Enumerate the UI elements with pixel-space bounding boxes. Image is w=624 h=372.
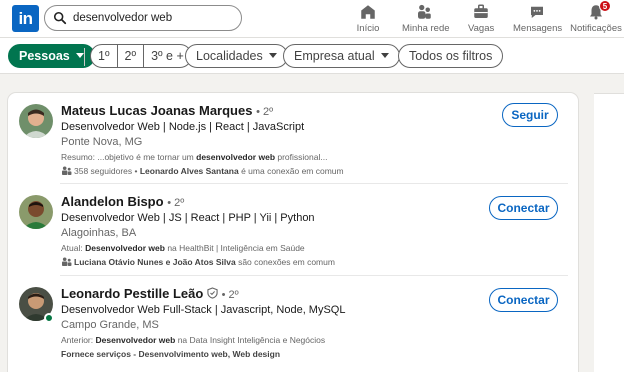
result-headline: Desenvolvedor Web | JS | React | PHP | Y… [61,212,315,224]
search-bar[interactable] [44,5,242,31]
filter-people-label: Pessoas [19,49,70,63]
filter-degree-1[interactable]: 1º [91,45,118,67]
connection-text: é uma conexão em comum [238,166,344,176]
nav-notifications[interactable]: 5 Notificações [570,0,622,36]
profile-name[interactable]: Mateus Lucas Joanas Marques [61,103,252,118]
nav-label: Notificações [570,23,622,34]
connection-degree: • 2º [221,289,239,301]
nav-jobs[interactable]: Vagas [468,2,494,36]
filter-current-company[interactable]: Empresa atual [283,44,400,68]
result-snippet: Resumo: ...objetivo é me tornar um desen… [61,152,327,162]
nav-home[interactable]: Início [355,2,381,36]
filter-company-label: Empresa atual [294,49,375,63]
search-results-card: Mateus Lucas Joanas Marques • 2º Desenvo… [8,93,578,372]
filter-degree-2[interactable]: 2º [118,45,145,67]
snippet-text: Atual: [61,243,86,253]
snippet-text: na HealthBit | Inteligência em Saúde [164,243,305,253]
services-offered[interactable]: Fornece serviços - Desenvolvimento web, … [61,349,280,359]
network-icon [418,4,431,19]
filter-locations-label: Localidades [196,49,263,63]
nav-messaging[interactable]: Mensagens [513,2,563,36]
filter-locations[interactable]: Localidades [185,44,288,68]
linkedin-logo[interactable]: in [12,5,39,32]
filter-bar: Pessoas 1º 2º 3º e + Localidades Empresa… [0,38,624,74]
snippet-text: na Data Insight Inteligência e Negócios [175,335,326,345]
result-name[interactable]: Leonardo Pestille Leão • 2º [61,286,239,301]
nav-label: Minha rede [402,23,450,34]
mutual-connection-names[interactable]: Luciana Otávio Nunes e João Atos Silva [74,257,236,267]
nav-label: Início [356,23,380,34]
search-input[interactable] [73,9,237,27]
result-headline: Desenvolvedor Web Full-Stack | Javascrip… [61,304,346,316]
filter-degree-3plus[interactable]: 3º e + [144,45,191,67]
connection-text: são conexões em comum [235,257,335,267]
snippet-text: Anterior: [61,335,96,345]
home-icon [361,5,375,19]
result-item: Leonardo Pestille Leão • 2º Desenvolvedo… [8,276,578,366]
result-services: Fornece serviços - Desenvolvimento web, … [61,349,280,359]
briefcase-icon [474,4,488,18]
profile-name[interactable]: Leonardo Pestille Leão [61,286,203,301]
chat-icon [531,6,543,18]
result-connections: Luciana Otávio Nunes e João Atos Silva s… [61,257,335,267]
follow-button[interactable]: Seguir [502,103,558,127]
side-panel [594,93,624,372]
chevron-down-icon [75,53,84,59]
all-filters-button[interactable]: Todos os filtros [398,44,504,68]
followers-count: 358 seguidores • [74,166,140,176]
result-snippet: Anterior: Desenvolvedor web na Data Insi… [61,335,325,345]
nav-my-network[interactable]: Minha rede [402,2,450,36]
snippet-keyword: Desenvolvedor web [95,335,176,345]
people-icon [62,166,72,175]
result-item: Alandelon Bispo • 2º Desenvolvedor Web |… [8,184,578,276]
result-snippet: Atual: Desenvolvedor web na HealthBit | … [61,243,305,253]
connection-degree: • 2º [167,197,185,209]
avatar[interactable] [19,104,53,138]
chevron-down-icon [380,53,389,59]
notification-badge: 5 [599,0,611,12]
verified-shield-icon [207,287,218,299]
chevron-down-icon [268,53,277,59]
snippet-keyword: Desenvolvedor web [85,243,165,253]
connection-degree-filter: 1º 2º 3º e + [90,44,192,68]
snippet-text: Resumo: ...objetivo é me tornar um [61,152,197,162]
result-connections: 358 seguidores • Leonardo Alves Santana … [61,166,344,176]
profile-name[interactable]: Alandelon Bispo [61,194,164,209]
divider [84,48,85,66]
connect-button[interactable]: Conectar [489,288,558,312]
nav-label: Vagas [468,23,495,34]
top-nav: in Início Minha rede Vagas Mensagens 5 N… [0,0,624,38]
result-name[interactable]: Alandelon Bispo • 2º [61,194,184,209]
filter-people[interactable]: Pessoas [8,44,95,68]
connect-button[interactable]: Conectar [489,196,558,220]
result-item: Mateus Lucas Joanas Marques • 2º Desenvo… [8,93,578,184]
result-location: Campo Grande, MS [61,319,159,331]
result-headline: Desenvolvedor Web | Node.js | React | Ja… [61,121,305,133]
search-icon [53,11,67,25]
avatar[interactable] [19,195,53,229]
online-status-indicator [44,313,54,323]
snippet-keyword: desenvolvedor web [196,152,276,162]
snippet-text: profissional... [275,152,328,162]
people-icon [62,257,72,266]
nav-label: Mensagens [513,23,563,34]
mutual-connection-name[interactable]: Leonardo Alves Santana [140,166,239,176]
connection-degree: • 2º [256,106,274,118]
result-name[interactable]: Mateus Lucas Joanas Marques • 2º [61,103,273,118]
result-location: Ponte Nova, MG [61,136,143,148]
result-location: Alagoinhas, BA [61,227,137,239]
